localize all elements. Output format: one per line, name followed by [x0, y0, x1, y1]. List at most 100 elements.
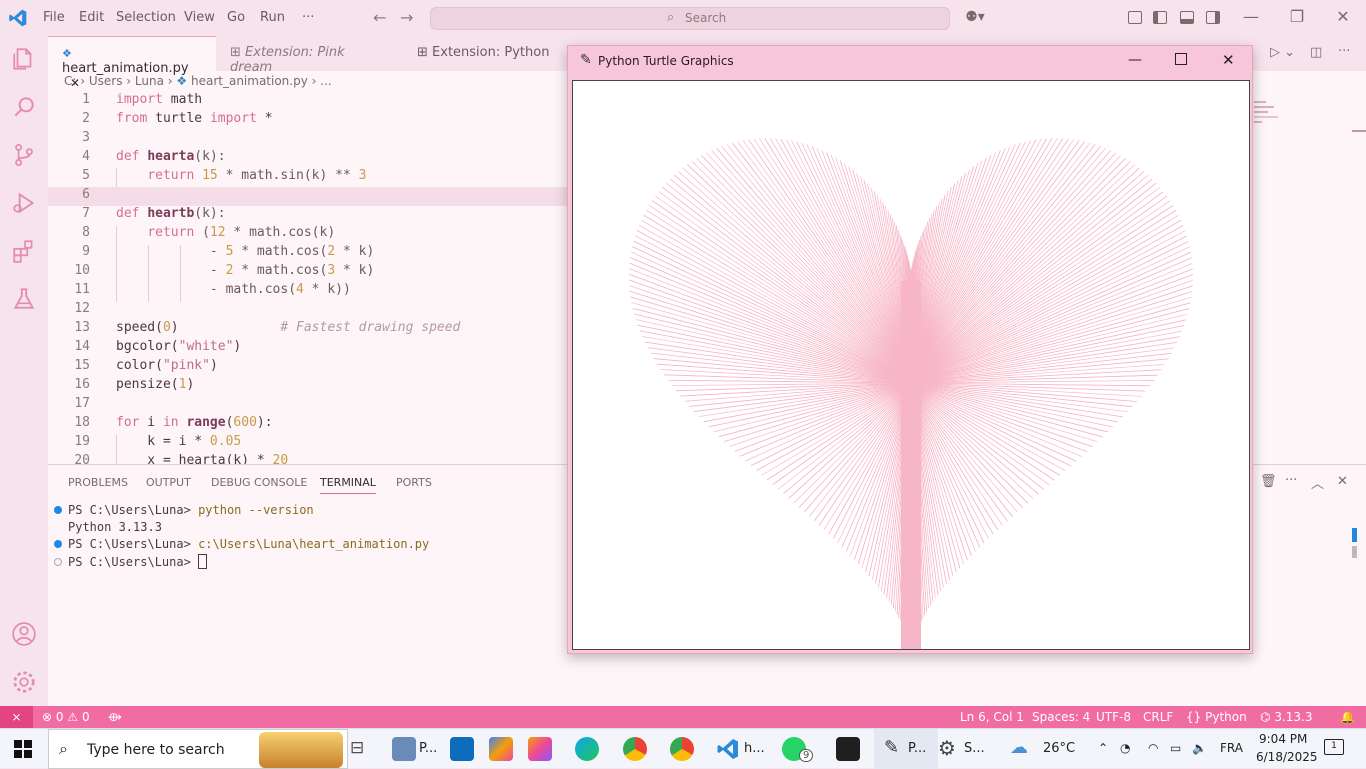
terminal-tab-indicator[interactable]: [1352, 528, 1357, 542]
copilot-app-icon[interactable]: [489, 737, 513, 761]
terminal-tab-indicator[interactable]: [1352, 546, 1357, 558]
code-line[interactable]: 18for i in range(600):: [48, 415, 568, 434]
input-language[interactable]: FRA: [1220, 741, 1243, 755]
end-of-line[interactable]: CRLF: [1143, 710, 1173, 724]
menu-view[interactable]: View: [184, 10, 215, 25]
more-actions-icon[interactable]: ···: [1338, 44, 1350, 59]
notification-center-icon[interactable]: 1: [1324, 739, 1344, 755]
code-line[interactable]: 10 - 2 * math.cos(3 * k): [48, 263, 568, 282]
minimap[interactable]: [1254, 98, 1284, 138]
photos-app-label[interactable]: P...: [419, 741, 437, 756]
indentation[interactable]: Spaces: 4: [1032, 710, 1090, 724]
battery-icon[interactable]: ▭: [1170, 741, 1181, 755]
kill-terminal-trash-icon[interactable]: 🗑: [1260, 474, 1277, 489]
code-line[interactable]: 12: [48, 301, 568, 320]
toggle-secondary-sidebar-icon[interactable]: [1206, 11, 1220, 24]
chrome-icon[interactable]: [623, 737, 647, 761]
weather-temperature[interactable]: 26°C: [1043, 741, 1075, 756]
panel-more-icon[interactable]: ···: [1285, 473, 1297, 488]
tray-chevron-up-icon[interactable]: ⌃: [1098, 741, 1108, 755]
tray-app-icon[interactable]: ◔: [1120, 741, 1130, 755]
code-line[interactable]: 15color("pink"): [48, 358, 568, 377]
scrollbar-thumb[interactable]: [1352, 130, 1366, 132]
python-turtle-feather-icon[interactable]: ✎: [884, 737, 899, 758]
breadcrumb-users[interactable]: Users: [89, 74, 123, 88]
turtle-minimize-icon[interactable]: —: [1128, 52, 1142, 68]
turtle-app-label[interactable]: P...: [908, 741, 926, 756]
clock-time[interactable]: 9:04 PM: [1259, 732, 1307, 746]
vscode-taskbar-icon[interactable]: [716, 737, 740, 761]
edge-icon[interactable]: [575, 737, 599, 761]
explorer-icon[interactable]: [11, 46, 37, 72]
code-line[interactable]: 20 x = hearta(k) * 20: [48, 453, 568, 464]
code-line[interactable]: 3: [48, 130, 568, 149]
restore-icon[interactable]: ❐: [1282, 7, 1312, 26]
turtle-canvas[interactable]: [572, 80, 1250, 650]
maximize-panel-chevron-icon[interactable]: ︿: [1311, 473, 1324, 492]
toggle-primary-sidebar-icon[interactable]: [1153, 11, 1167, 24]
settings-gear-taskbar-icon[interactable]: ⚙: [938, 736, 956, 760]
wifi-icon[interactable]: ◠: [1148, 741, 1158, 755]
back-arrow-icon[interactable]: ←: [373, 8, 386, 27]
ports-forward-icon[interactable]: ⟴: [108, 710, 122, 724]
menu-go[interactable]: Go: [227, 10, 245, 25]
breadcrumb-file[interactable]: heart_animation.py: [191, 74, 308, 88]
menu-file[interactable]: File: [43, 10, 65, 25]
copilot-icon[interactable]: ⚉▾: [962, 9, 988, 25]
code-line[interactable]: 19 k = i * 0.05: [48, 434, 568, 453]
extensions-icon[interactable]: [11, 238, 37, 264]
panel-tab-problems[interactable]: PROBLEMS: [68, 476, 128, 489]
photos-app-icon[interactable]: [392, 737, 416, 761]
account-icon[interactable]: [11, 621, 37, 647]
clock-date[interactable]: 6/18/2025: [1256, 750, 1318, 764]
tab-extension-pink-dream[interactable]: ⊞ Extension: Pink dream: [216, 36, 388, 71]
close-panel-icon[interactable]: ✕: [1337, 474, 1348, 489]
settings-app-label[interactable]: S...: [964, 741, 985, 756]
customize-layout-icon[interactable]: [1128, 11, 1142, 24]
instagram-icon[interactable]: [528, 737, 552, 761]
code-line-current[interactable]: 6: [48, 187, 568, 206]
python-interpreter[interactable]: ⌬ 3.13.3: [1260, 710, 1312, 724]
source-control-icon[interactable]: [11, 142, 37, 168]
code-line[interactable]: 17: [48, 396, 568, 415]
run-debug-icon[interactable]: [11, 190, 37, 216]
code-line[interactable]: 1import math: [48, 92, 568, 111]
split-editor-icon[interactable]: ◫: [1310, 45, 1322, 60]
minimize-icon[interactable]: —: [1236, 7, 1266, 26]
tab-heart-animation[interactable]: ❖ heart_animation.py ✕: [48, 36, 216, 71]
breadcrumb-drive[interactable]: C:: [64, 74, 76, 88]
breadcrumb-luna[interactable]: Luna: [135, 74, 164, 88]
command-success-dot[interactable]: [54, 506, 62, 514]
menu-selection[interactable]: Selection: [116, 10, 176, 25]
tab-extension-python[interactable]: ⊞ Extension: Python: [403, 36, 565, 71]
turtle-close-icon[interactable]: ✕: [1222, 51, 1235, 69]
volume-icon[interactable]: 🔈: [1192, 741, 1207, 755]
forward-arrow-icon[interactable]: →: [400, 8, 413, 27]
task-view-icon[interactable]: ⊟: [350, 738, 364, 758]
vscode-app-label[interactable]: h...: [744, 741, 765, 756]
code-line[interactable]: 11 - math.cos(4 * k)): [48, 282, 568, 301]
code-line[interactable]: 16pensize(1): [48, 377, 568, 396]
windows-start-icon[interactable]: [14, 740, 32, 758]
terminal-line[interactable]: PS C:\Users\Luna>: [54, 554, 207, 569]
command-success-dot[interactable]: [54, 540, 62, 548]
menu-more[interactable]: ···: [302, 10, 314, 25]
search-sidebar-icon[interactable]: [11, 94, 37, 120]
panel-tab-output[interactable]: OUTPUT: [146, 476, 191, 489]
outlook-icon[interactable]: [450, 737, 474, 761]
panel-tab-debug-console[interactable]: DEBUG CONSOLE: [211, 476, 307, 489]
code-line[interactable]: 5 return 15 * math.sin(k) ** 3: [48, 168, 568, 187]
code-line[interactable]: 9 - 5 * math.cos(2 * k): [48, 244, 568, 263]
code-line[interactable]: 8 return (12 * math.cos(k): [48, 225, 568, 244]
menu-run[interactable]: Run: [260, 10, 285, 25]
turtle-maximize-icon[interactable]: [1175, 53, 1187, 65]
remote-indicator-icon[interactable]: ⨯: [0, 706, 33, 728]
code-line[interactable]: 7def heartb(k):: [48, 206, 568, 225]
panel-tab-ports[interactable]: PORTS: [396, 476, 432, 489]
run-file-icon[interactable]: ▷ ⌄: [1270, 45, 1295, 60]
terminal-app-icon[interactable]: [836, 737, 860, 761]
cursor-position[interactable]: Ln 6, Col 1: [960, 710, 1024, 724]
problems-status[interactable]: ⊗ 0 ⚠ 0: [42, 710, 90, 724]
code-line[interactable]: 4def hearta(k):: [48, 149, 568, 168]
close-icon[interactable]: ✕: [1328, 7, 1358, 26]
